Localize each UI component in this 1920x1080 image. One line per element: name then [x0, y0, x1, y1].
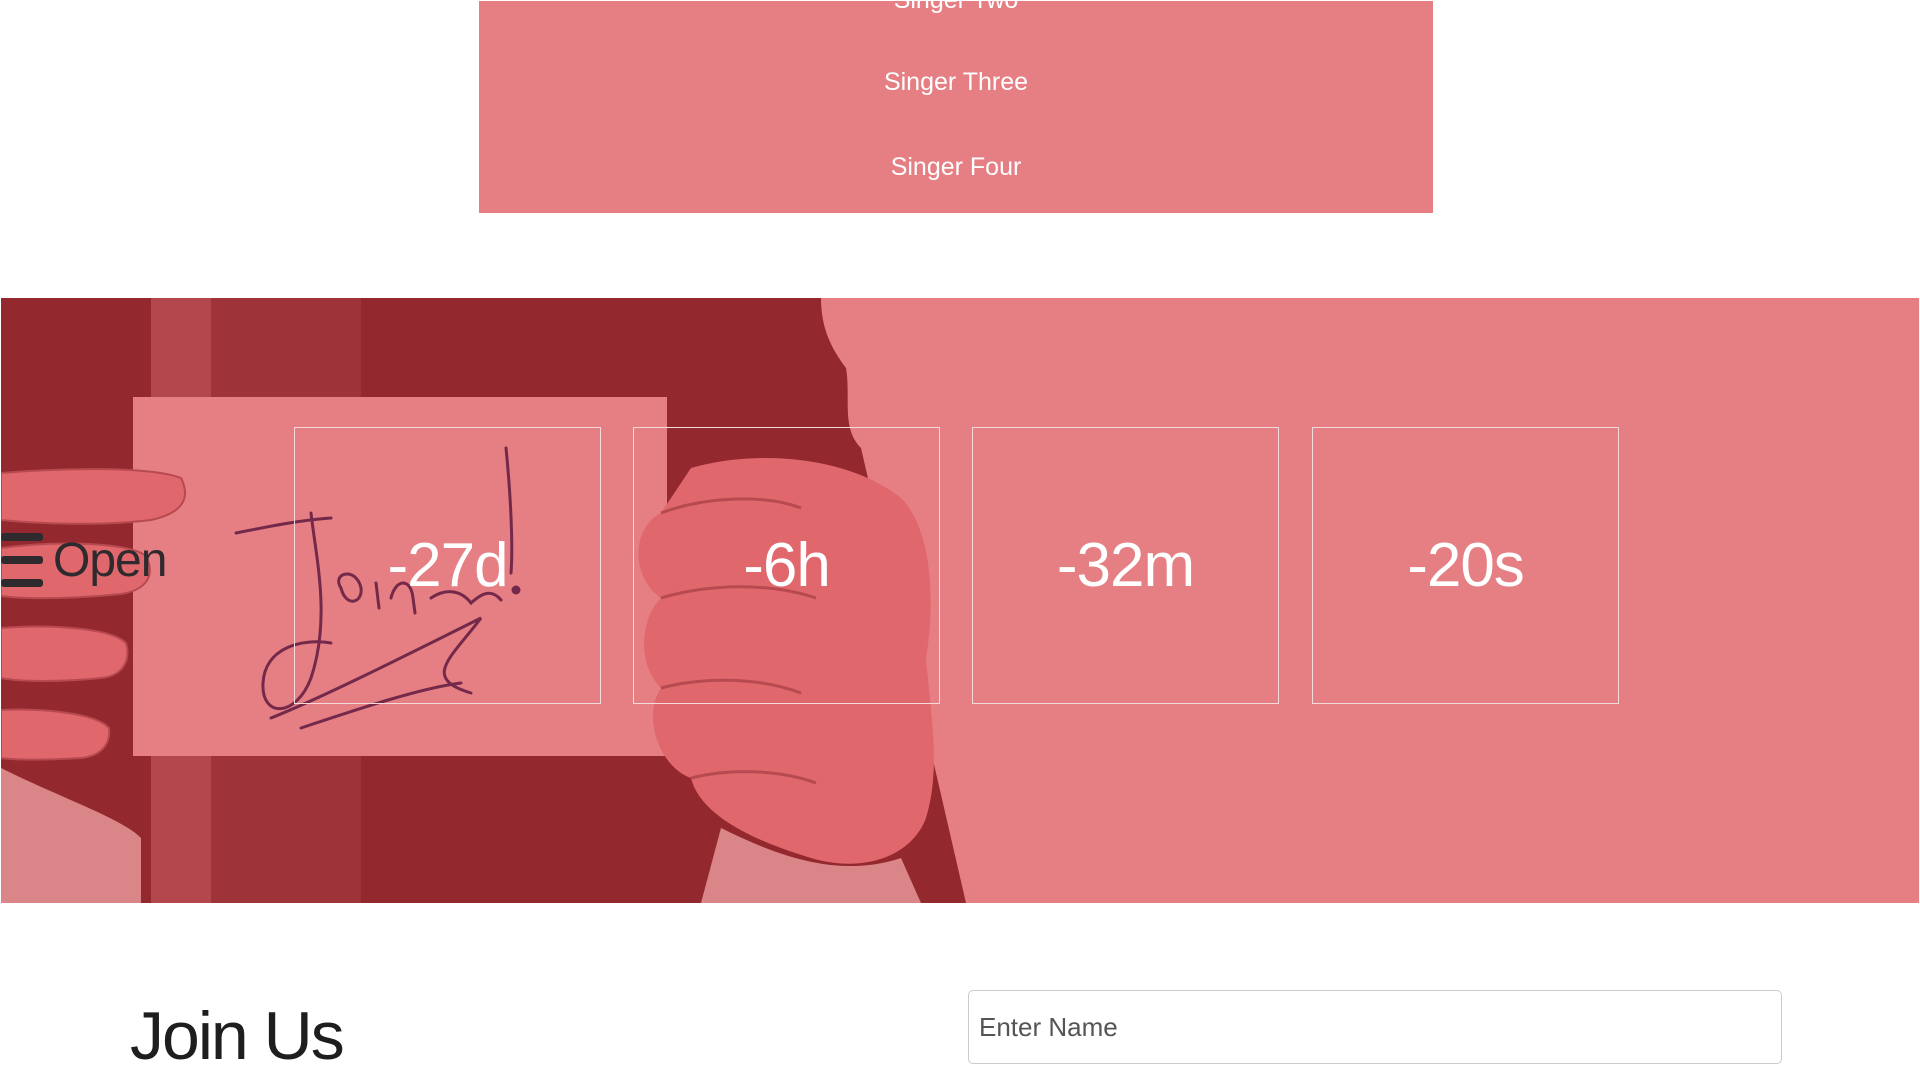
singer-item-two[interactable]: Singer Two — [479, 1, 1433, 15]
countdown-minutes: -32m — [972, 427, 1279, 704]
open-menu-label: Open — [53, 533, 167, 587]
open-menu-button[interactable]: Open — [1, 530, 167, 590]
singer-item-four[interactable]: Singer Four — [479, 152, 1433, 182]
singer-menu: Singer Two Singer Three Singer Four — [479, 1, 1433, 213]
countdown-seconds: -20s — [1312, 427, 1619, 704]
name-input[interactable] — [968, 990, 1782, 1064]
hamburger-icon — [1, 533, 43, 587]
countdown-hours: -6h — [633, 427, 940, 704]
singer-item-three[interactable]: Singer Three — [479, 67, 1433, 97]
countdown-banner: Open -27d -6h -32m -20s — [1, 298, 1919, 903]
join-us-title: Join Us — [130, 998, 345, 1074]
countdown-days: -27d — [294, 427, 601, 704]
